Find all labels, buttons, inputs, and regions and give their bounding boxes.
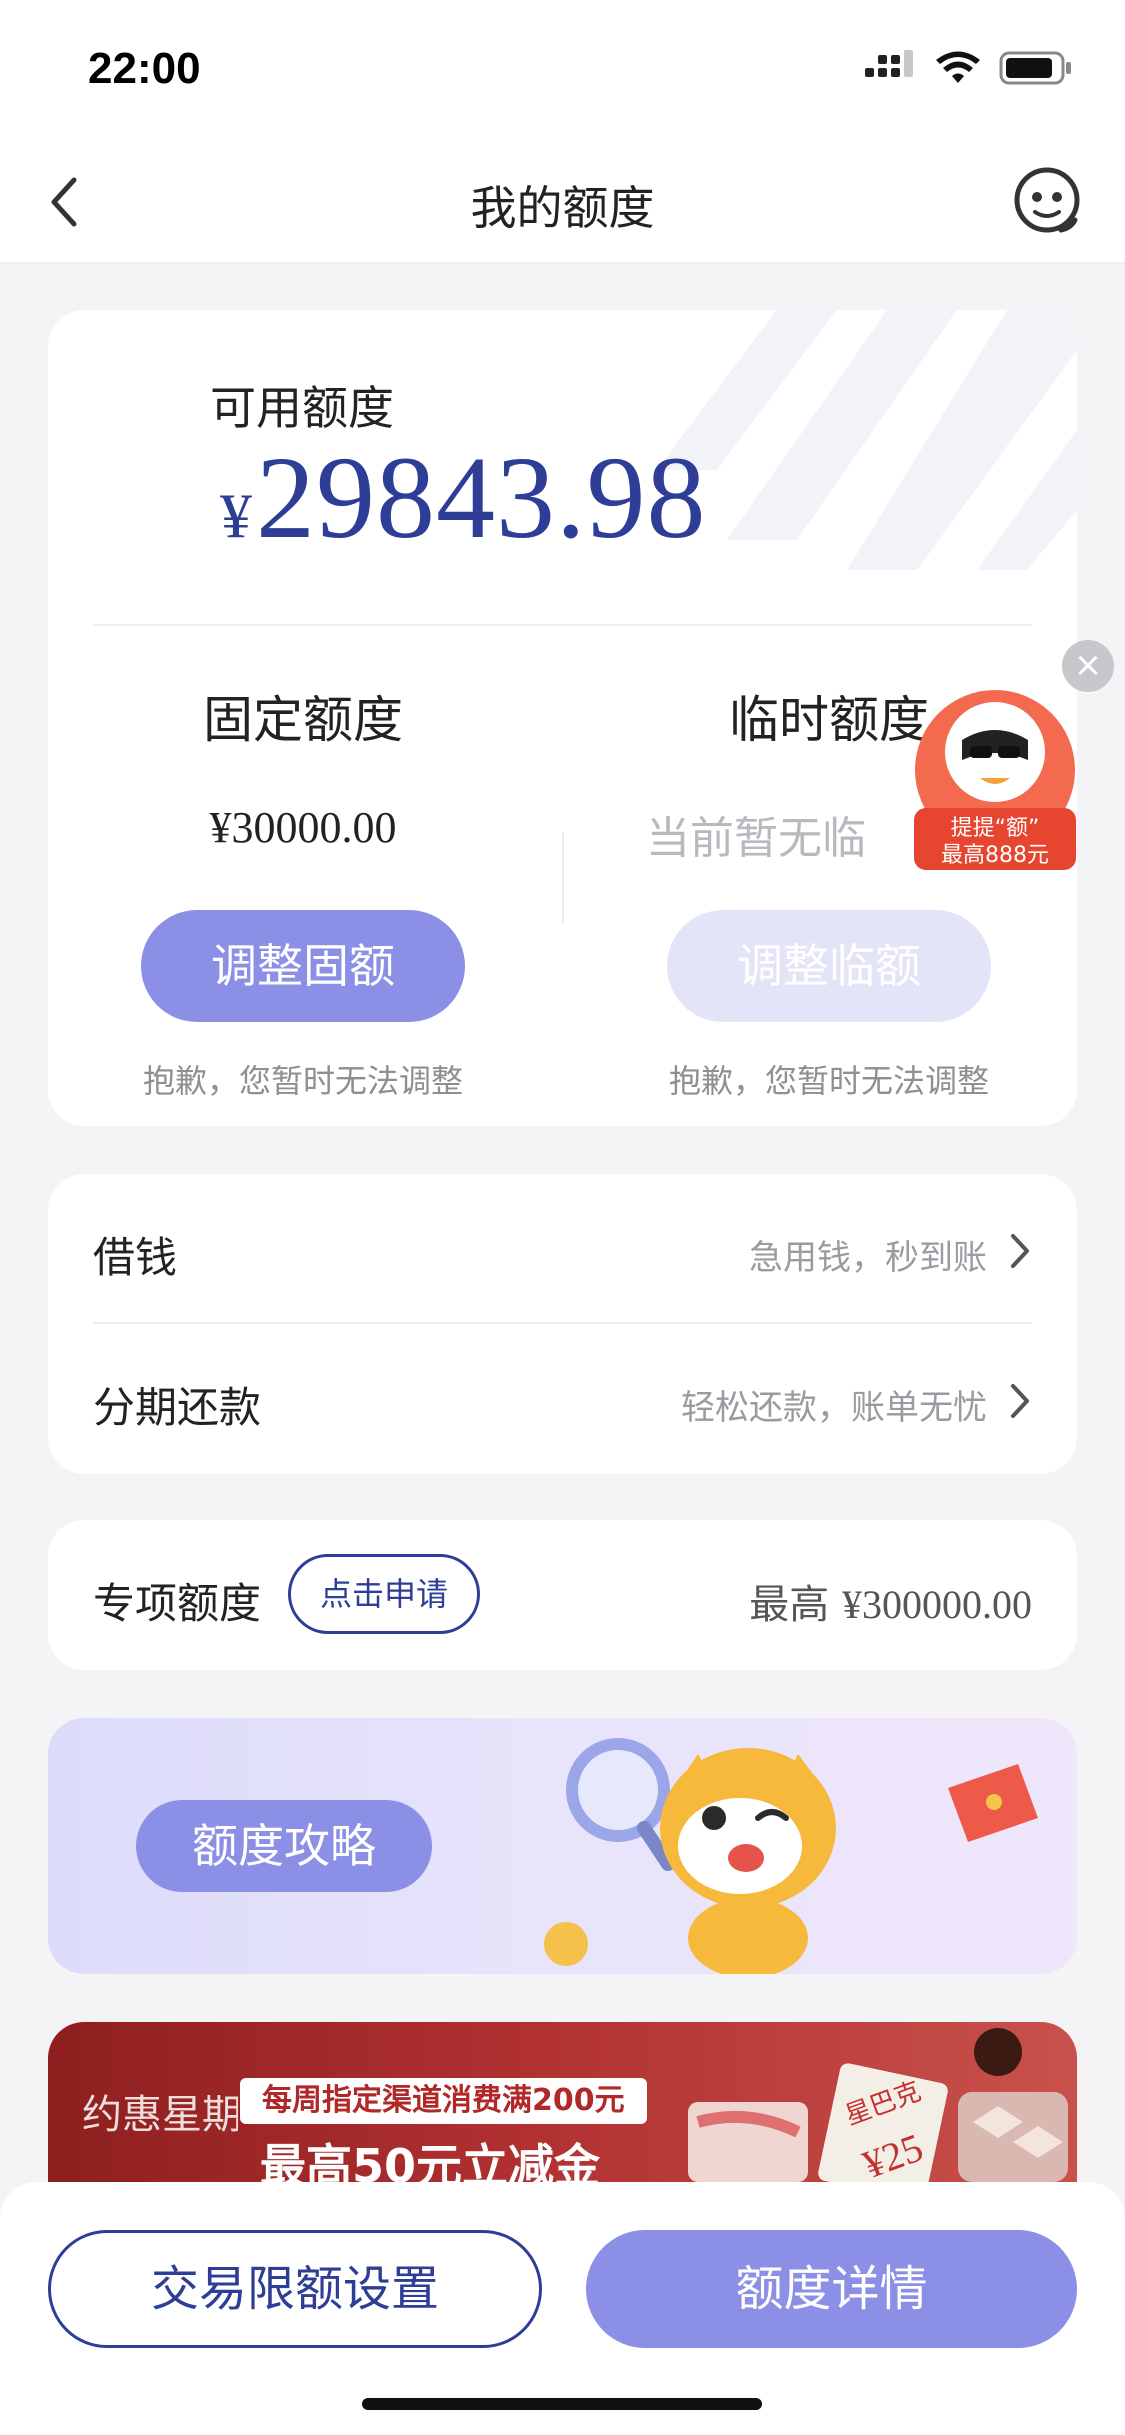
currency-symbol: ¥ [220,480,252,551]
signal-icon [865,50,913,77]
wifi-icon [936,51,980,83]
menu-item-label: 借钱 [93,1233,178,1282]
status-icons [865,50,1073,86]
float-badge-line2: 最高888元 [941,843,1049,868]
apply-special-quota-button[interactable]: 点击申请 [288,1554,480,1634]
nav-bar: 我的额度 [0,140,1125,264]
float-badge-line1: 提提“额” [951,816,1040,841]
close-float-icon[interactable]: × [1062,640,1114,692]
menu-item-label: 分期还款 [93,1383,262,1432]
promo-logo-text: 约惠星期五 [82,2092,238,2138]
food-coupon-illustration: 星巴克 ¥25 [688,2028,1068,2182]
menu-item-installment[interactable]: 分期还款 轻松还款，账单无忧 [48,1324,1077,1474]
transaction-limit-settings-button[interactable]: 交易限额设置 [48,2230,542,2348]
quota-strategy-banner[interactable]: 额度攻略 [48,1718,1077,1974]
status-bar: 22:00 [0,0,1125,140]
available-quota-value: 29843.98 [256,432,707,563]
special-quota-card: 专项额度 点击申请 最高 ¥300000.00 [48,1520,1077,1670]
special-quota-amount: ¥300000.00 [842,1582,1032,1627]
adjust-fixed-quota-button[interactable]: 调整固额 [141,910,465,1022]
page-title: 我的额度 [470,181,655,235]
menu-card: 借钱 急用钱，秒到账 分期还款 轻松还款，账单无忧 [48,1174,1077,1474]
menu-item-subtitle: 急用钱，秒到账 [749,1238,987,1278]
promo-banner[interactable]: 约惠星期五 每周指定渠道消费满200元 最高50元立减金 星巴克 ¥25 [48,2022,1077,2182]
fixed-quota-section: 固定额度 ¥30000.00 调整固额 抱歉，您暂时无法调整 [48,680,558,1102]
tiger-mascot-illustration [544,1738,1038,1974]
vertical-divider [562,832,564,924]
available-quota-label: 可用额度 [210,381,394,435]
special-quota-value: 最高 ¥300000.00 [749,1572,1032,1630]
battery-icon [999,51,1071,85]
divider [93,624,1032,626]
float-promo-badge[interactable]: 提提“额” 最高888元 [910,690,1080,870]
fixed-quota-value: ¥30000.00 [209,803,397,852]
promo-logo: 约惠星期五 [82,2092,238,2138]
card-decoration [657,310,1077,570]
customer-service-icon[interactable] [1009,164,1085,240]
chevron-right-icon [1011,1234,1029,1268]
chevron-right-icon [1011,1384,1029,1418]
home-indicator [362,2398,762,2410]
promo-headline: 最高50元立减金 [260,2139,601,2182]
adjust-temp-quota-button[interactable]: 调整临额 [667,910,991,1022]
status-time: 22:00 [88,44,201,93]
available-quota-amount: ¥ 29843.98 [220,430,707,566]
promo-tag: 每周指定渠道消费满200元 [240,2078,647,2124]
quota-details-button[interactable]: 额度详情 [586,2230,1077,2348]
special-quota-prefix: 最高 [749,1582,830,1628]
temp-quota-note: 抱歉，您暂时无法调整 [668,1062,989,1100]
menu-item-subtitle: 轻松还款，账单无忧 [681,1388,987,1428]
special-quota-label: 专项额度 [93,1579,262,1628]
fixed-quota-note: 抱歉，您暂时无法调整 [142,1062,463,1100]
menu-item-borrow[interactable]: 借钱 急用钱，秒到账 [48,1174,1077,1324]
fixed-quota-title: 固定额度 [203,691,403,749]
quota-strategy-label: 额度攻略 [136,1800,432,1892]
